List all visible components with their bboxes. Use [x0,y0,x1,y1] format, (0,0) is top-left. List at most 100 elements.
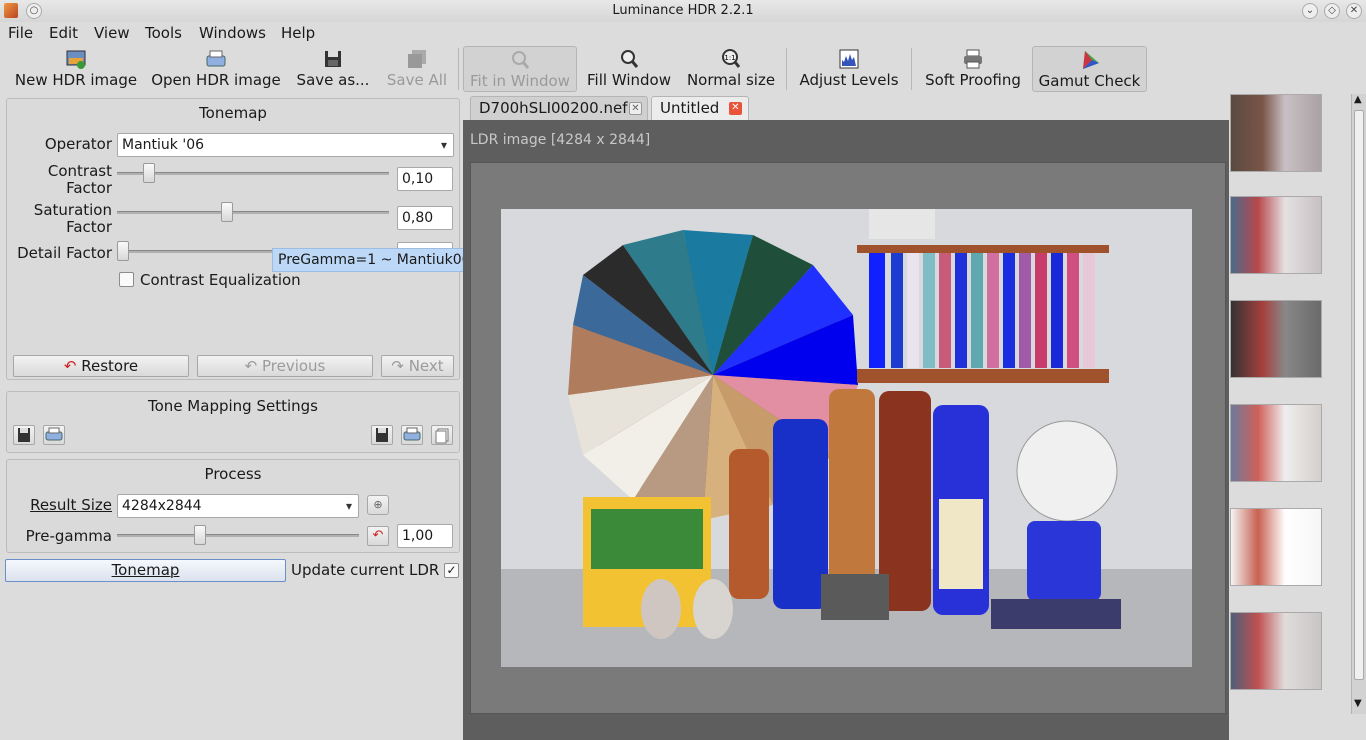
pregamma-slider-track[interactable] [117,534,359,537]
tone-mapping-settings-panel: Tone Mapping Settings [6,391,460,453]
minimize-button[interactable]: ⌄ [1302,3,1318,19]
tonemap-panel: Tonemap Operator Mantiuk '06 ▾ Contrast Fa… [6,98,460,380]
color-triangle-icon [1082,51,1099,69]
restore-button[interactable]: ↶ Restore [13,355,189,377]
close-window-button[interactable]: ✕ [1346,3,1362,19]
menu-windows[interactable]: Windows [199,24,266,42]
svg-text:1:1: 1:1 [724,54,735,62]
saturation-slider-handle[interactable] [221,202,233,222]
contrast-slider-handle[interactable] [143,163,155,183]
preview-thumbnail-4[interactable] [1230,404,1322,482]
menu-edit[interactable]: Edit [49,24,78,42]
close-tab-icon[interactable]: ✕ [729,102,742,115]
chevron-down-icon: ▾ [440,138,447,152]
magnifier-icon [512,51,530,69]
save-as-button[interactable]: Save as... [292,46,374,92]
update-ldr-checkbox[interactable]: ✓ [444,563,459,578]
previous-button[interactable]: ↶ Previous [197,355,373,377]
menu-help[interactable]: Help [281,24,315,42]
menu-view[interactable]: View [94,24,130,42]
detail-factor-label: Detail Factor [17,244,112,262]
undo-icon: ↶ [372,528,384,543]
multi-floppy-icon [408,50,426,68]
process-title: Process [204,465,262,483]
pregamma-slider-handle[interactable] [194,525,206,545]
save-settings-db-button[interactable] [371,425,393,445]
normal-size-button[interactable]: 1:1 Normal size [684,46,778,92]
menu-file[interactable]: File [8,24,33,42]
fit-in-window-button[interactable]: Fit in Window [463,46,577,92]
tab-d700[interactable]: D700hSLI00200.nef ✕ [470,96,648,120]
contrast-factor-input[interactable]: 0,10 [397,167,453,191]
contrast-equalization-checkbox[interactable] [119,272,134,287]
load-settings-button[interactable] [43,425,65,445]
preview-thumbnail-6[interactable] [1230,612,1322,690]
load-settings-db-button[interactable] [401,425,423,445]
thumbnail-scrollbar[interactable]: ▲ ▼ [1351,94,1366,714]
chevron-down-icon: ▾ [345,499,352,513]
pregamma-reset-button[interactable]: ↶ [367,526,389,546]
saturation-factor-label: Saturation Factor [33,201,112,236]
tonemap-button[interactable]: Tonemap [5,559,286,582]
new-hdr-button[interactable]: New HDR image [10,46,142,92]
preview-thumbnail-5[interactable] [1230,508,1322,586]
soft-proofing-button[interactable]: Soft Proofing [920,46,1026,92]
window-menu-button[interactable]: ○ [26,3,42,19]
check-icon: ✓ [446,563,457,577]
contrast-equalization-label: Contrast Equalization [140,271,301,289]
contrast-slider-track[interactable] [117,172,389,175]
scroll-up-arrow[interactable]: ▲ [1354,94,1362,105]
scrollbar-thumb[interactable] [1354,110,1364,680]
magnifier-icon [621,50,639,68]
scroll-down-arrow[interactable]: ▼ [1354,698,1362,709]
app-icon [4,3,18,18]
result-size-add-button[interactable]: ⊕ [367,495,389,515]
image-info-label: LDR image [4284 x 2844] [470,132,651,148]
pregamma-label: Pre-gamma [25,527,112,545]
tm-settings-title: Tone Mapping Settings [148,397,318,415]
copy-settings-button[interactable] [431,425,453,445]
ldr-image-preview[interactable] [501,209,1192,667]
contrast-factor-label: Contrast Factor [47,162,112,197]
printer-icon [964,49,982,69]
menu-bar: File Edit View Tools Windows Help [0,22,1366,44]
preview-thumbnail-1[interactable] [1230,94,1322,172]
gamut-check-button[interactable]: Gamut Check [1032,46,1147,92]
new-image-icon [66,50,86,69]
floppy-disk-icon [325,51,341,67]
operator-label: Operator [44,135,112,153]
detail-slider-handle[interactable] [117,241,129,261]
histogram-icon [839,49,859,69]
tonemap-title: Tonemap [199,104,267,122]
menu-tools[interactable]: Tools [145,24,182,42]
preview-thumbnail-2[interactable] [1230,196,1322,274]
floppy-disk-icon [376,428,388,442]
adjust-levels-button[interactable]: Adjust Levels [795,46,903,92]
saturation-slider-track[interactable] [117,211,389,214]
maximize-button[interactable]: ◇ [1324,3,1340,19]
tab-untitled[interactable]: Untitled ✕ [651,96,749,120]
result-size-label: Result Size [30,496,112,514]
next-button[interactable]: ↷ Next [381,355,454,377]
close-tab-icon[interactable]: ✕ [629,102,642,115]
printer-open-icon [403,427,421,441]
update-ldr-label: Update current LDR [291,561,440,579]
printer-open-icon [45,427,63,441]
undo-icon: ↶ [63,357,77,375]
pregamma-input[interactable]: 1,00 [397,524,453,548]
printer-open-icon [206,50,226,67]
magnifier-1to1-icon: 1:1 [722,49,741,68]
copy-icon [435,428,449,444]
operator-select[interactable]: Mantiuk '06 ▾ [117,133,454,157]
title-bar: ○ Luminance HDR 2.2.1 ⌄ ◇ ✕ [0,0,1366,22]
save-settings-button[interactable] [13,425,35,445]
fill-window-button[interactable]: Fill Window [583,46,675,92]
floppy-disk-icon [18,428,30,442]
window-title: Luminance HDR 2.2.1 [612,3,754,18]
preview-thumbnail-3[interactable] [1230,300,1322,378]
open-hdr-button[interactable]: Open HDR image [148,46,284,92]
saturation-factor-input[interactable]: 0,80 [397,206,453,230]
result-size-select[interactable]: 4284x2844 ▾ [117,494,359,518]
save-all-button[interactable]: Save All [382,46,452,92]
process-panel: Process Result Size 4284x2844 ▾ ⊕ Pre-gam… [6,459,460,553]
